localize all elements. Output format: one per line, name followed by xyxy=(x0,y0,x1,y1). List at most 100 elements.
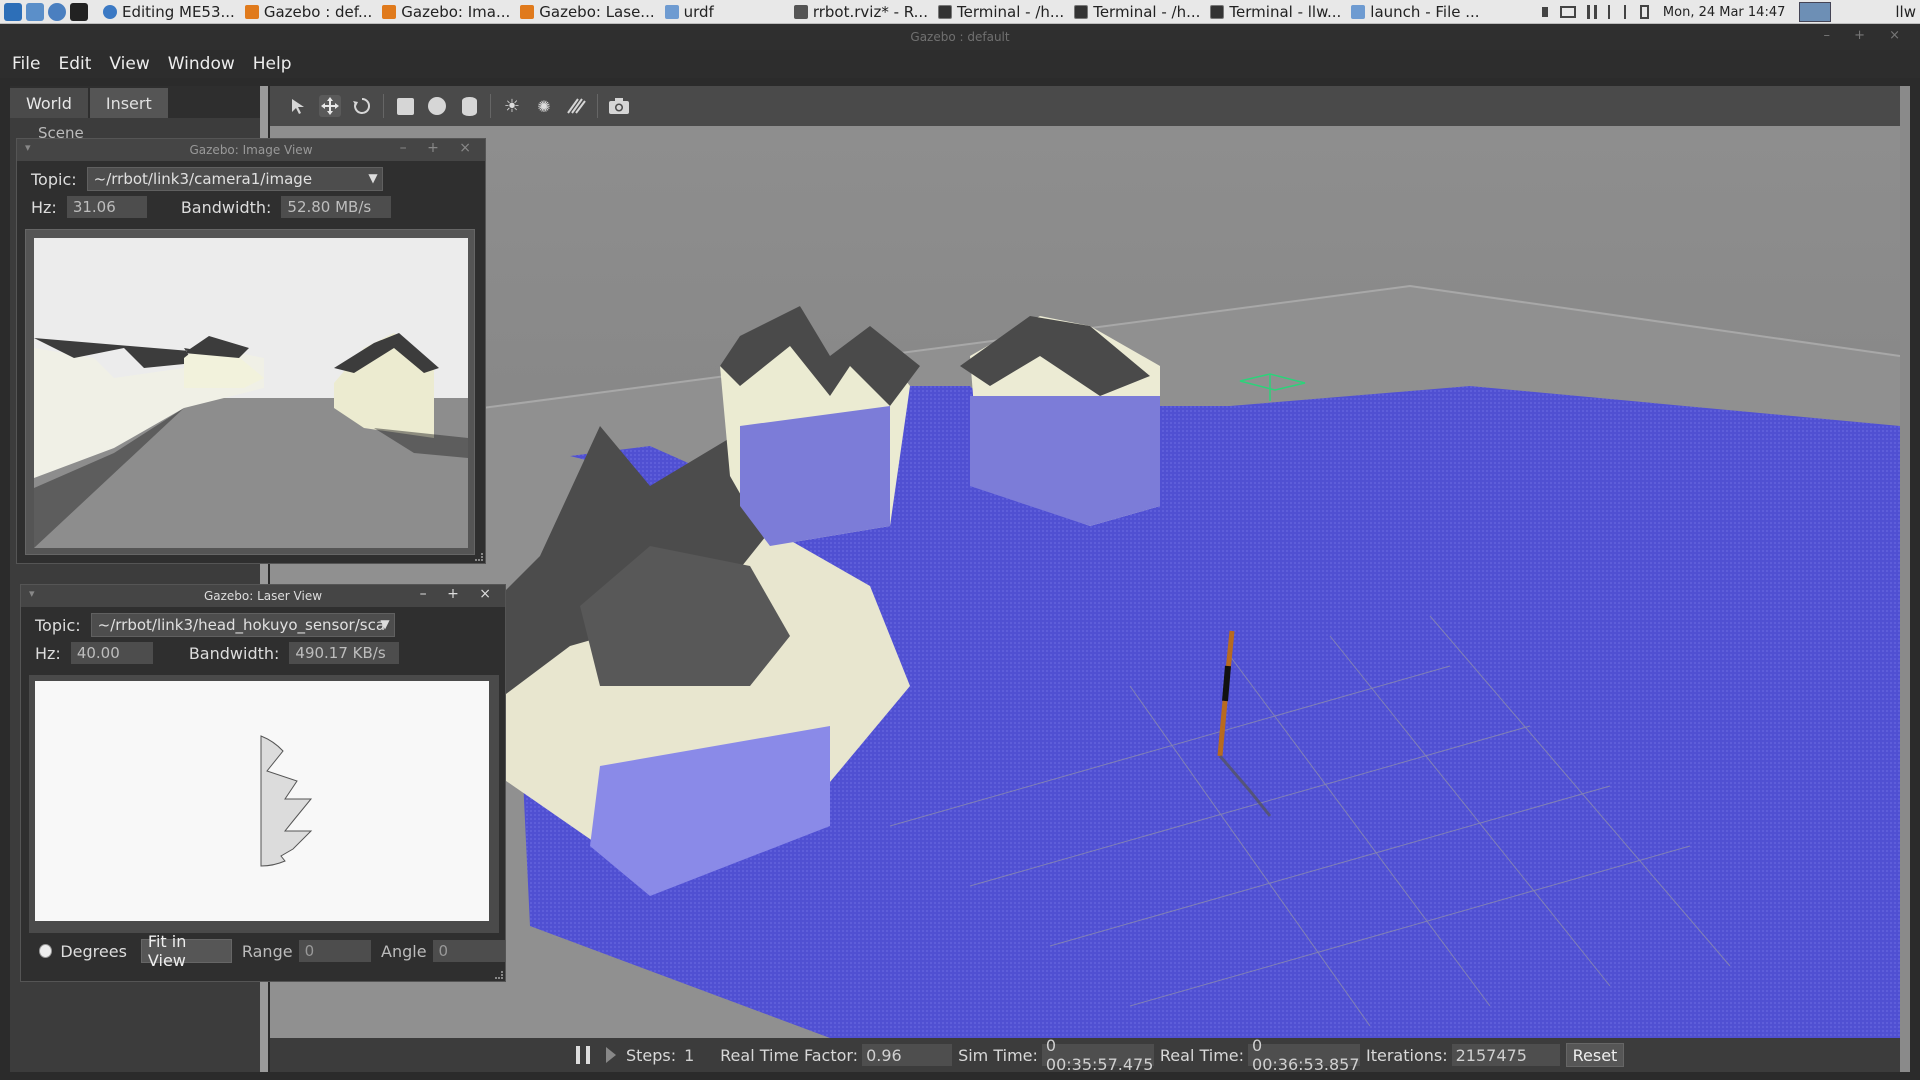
house-center-model xyxy=(720,306,920,546)
task-gazebo-image[interactable]: Gazebo: Ima... xyxy=(377,1,515,23)
laser-view-titlebar[interactable]: ▾ Gazebo: Laser View – + × xyxy=(21,585,505,607)
resize-grip[interactable] xyxy=(495,971,503,979)
topic-value: ~/rrbot/link3/head_hokuyo_sensor/sca xyxy=(97,616,386,634)
toolbar-separator xyxy=(383,94,384,118)
toolbar-separator xyxy=(597,94,598,118)
menu-help[interactable]: Help xyxy=(247,54,298,74)
window-controls[interactable]: – + × xyxy=(400,140,479,156)
step-button[interactable] xyxy=(606,1047,616,1063)
angle-value: 0 xyxy=(432,940,505,962)
point-light-icon[interactable]: ☀ xyxy=(501,95,523,117)
browser-icon[interactable] xyxy=(48,2,66,21)
mail-icon[interactable] xyxy=(1559,6,1576,18)
range-label: Range xyxy=(241,941,293,961)
window-controls[interactable]: – + × xyxy=(1823,28,1910,43)
network-icon[interactable] xyxy=(1583,5,1600,19)
bandwidth-value: 52.80 MB/s xyxy=(281,196,392,218)
clock[interactable]: Mon, 24 Mar 14:47 xyxy=(1663,5,1785,20)
topic-value: ~/rrbot/link3/camera1/image xyxy=(93,170,313,188)
task-editing[interactable]: Editing ME53... xyxy=(98,1,240,23)
hz-value: 31.06 xyxy=(66,196,147,218)
tab-insert[interactable]: Insert xyxy=(89,88,168,118)
bluetooth-icon[interactable] xyxy=(1623,5,1632,19)
window-controls[interactable]: – + × xyxy=(420,586,499,602)
resize-grip[interactable] xyxy=(475,553,483,561)
sim-time-label: Sim Time: xyxy=(958,1045,1038,1065)
camera-image-frame xyxy=(25,229,475,555)
gazebo-icon xyxy=(520,4,535,19)
bluetooth-icon[interactable] xyxy=(1607,5,1616,19)
task-gazebo-laser[interactable]: Gazebo: Lase... xyxy=(515,1,659,23)
task-label: rrbot.rviz* - R... xyxy=(812,2,928,21)
topic-combobox[interactable]: ~/rrbot/link3/camera1/image ▼ xyxy=(86,167,383,191)
cylinder-shape-icon[interactable] xyxy=(458,95,480,117)
tab-world[interactable]: World xyxy=(10,88,88,118)
directional-light-icon[interactable] xyxy=(565,95,587,117)
image-view-title: Gazebo: Image View xyxy=(189,143,313,157)
window-titlebar: Gazebo : default – + × xyxy=(0,24,1920,50)
scene-viewport[interactable] xyxy=(270,126,1900,1038)
degrees-radio[interactable] xyxy=(39,944,53,958)
terminal-launcher-icon[interactable] xyxy=(70,2,88,21)
hz-label: Hz: xyxy=(35,643,61,663)
menu-window[interactable]: Window xyxy=(162,54,241,74)
topic-combobox[interactable]: ~/rrbot/link3/head_hokuyo_sensor/sca ▼ xyxy=(90,613,395,637)
user-name[interactable]: llw xyxy=(1895,3,1916,21)
laser-scan-plot xyxy=(35,681,489,921)
image-view-window: ▾ Gazebo: Image View – + × Topic: ~/rrbo… xyxy=(16,138,486,564)
task-gazebo-default[interactable]: Gazebo : def... xyxy=(240,1,377,23)
image-view-titlebar[interactable]: ▾ Gazebo: Image View – + × xyxy=(17,139,485,161)
sphere-shape-icon[interactable] xyxy=(426,95,448,117)
app-menu-icon[interactable] xyxy=(4,2,22,21)
task-label: Terminal - /h... xyxy=(956,2,1065,21)
steps-spinbox[interactable]: 1 xyxy=(680,1044,704,1066)
task-label: urdf xyxy=(683,2,714,21)
window-menu-icon[interactable]: ▾ xyxy=(25,141,31,154)
laser-plot-frame xyxy=(29,675,499,933)
rotate-icon[interactable] xyxy=(351,95,373,117)
screenshot-camera-icon[interactable] xyxy=(608,95,630,117)
hz-value: 40.00 xyxy=(70,642,153,664)
menu-edit[interactable]: Edit xyxy=(52,54,97,74)
task-terminal-2[interactable]: Terminal - /h... xyxy=(1069,1,1205,23)
task-label: Terminal - /h... xyxy=(1093,2,1201,21)
terminal-icon xyxy=(1210,4,1225,19)
folder-icon xyxy=(664,4,679,19)
task-launch[interactable]: launch - File ... xyxy=(1346,1,1484,23)
box-shape-icon[interactable] xyxy=(394,95,416,117)
pause-button[interactable] xyxy=(576,1046,590,1064)
terminal-icon xyxy=(1074,4,1089,19)
window-menu-icon[interactable]: ▾ xyxy=(29,587,35,600)
workspace-switcher-icon[interactable] xyxy=(1799,2,1832,22)
reset-button[interactable]: Reset xyxy=(1565,1043,1625,1067)
terminal-icon xyxy=(937,4,952,19)
task-terminal-3[interactable]: Terminal - llw... xyxy=(1205,1,1346,23)
steps-label: Steps: xyxy=(626,1045,677,1065)
browser-icon xyxy=(103,4,117,19)
real-time-value: 0 00:36:53.857 xyxy=(1248,1036,1361,1074)
task-terminal-1[interactable]: Terminal - /h... xyxy=(933,1,1069,23)
spot-light-icon[interactable]: ✺ xyxy=(533,95,555,117)
degrees-label: Degrees xyxy=(60,941,127,961)
translate-icon[interactable] xyxy=(319,95,341,117)
volume-icon[interactable] xyxy=(1541,7,1552,17)
task-label: Gazebo: Ima... xyxy=(401,2,511,21)
gazebo-icon xyxy=(382,4,397,19)
iterations-value: 2157475 xyxy=(1451,1044,1560,1066)
select-arrow-icon[interactable] xyxy=(287,95,309,117)
task-label: Gazebo : def... xyxy=(263,2,373,21)
bandwidth-value: 490.17 KB/s xyxy=(289,642,400,664)
toolbar-separator xyxy=(490,94,491,118)
toolbar: ☀ ✺ xyxy=(270,86,1900,126)
fit-in-view-button[interactable]: Fit in View xyxy=(140,932,232,970)
file-manager-icon[interactable] xyxy=(26,2,44,21)
bandwidth-label: Bandwidth: xyxy=(188,643,280,663)
topic-label: Topic: xyxy=(35,615,81,635)
task-rviz[interactable]: rrbot.rviz* - R... xyxy=(789,1,933,23)
taskbar: Editing ME53... Gazebo : def... Gazebo: … xyxy=(0,0,1920,24)
menu-file[interactable]: File xyxy=(6,54,46,74)
viewport-scrollbar[interactable] xyxy=(1900,86,1910,1072)
menu-view[interactable]: View xyxy=(103,54,155,74)
battery-icon[interactable] xyxy=(1639,5,1649,19)
task-urdf[interactable]: urdf xyxy=(660,1,719,23)
